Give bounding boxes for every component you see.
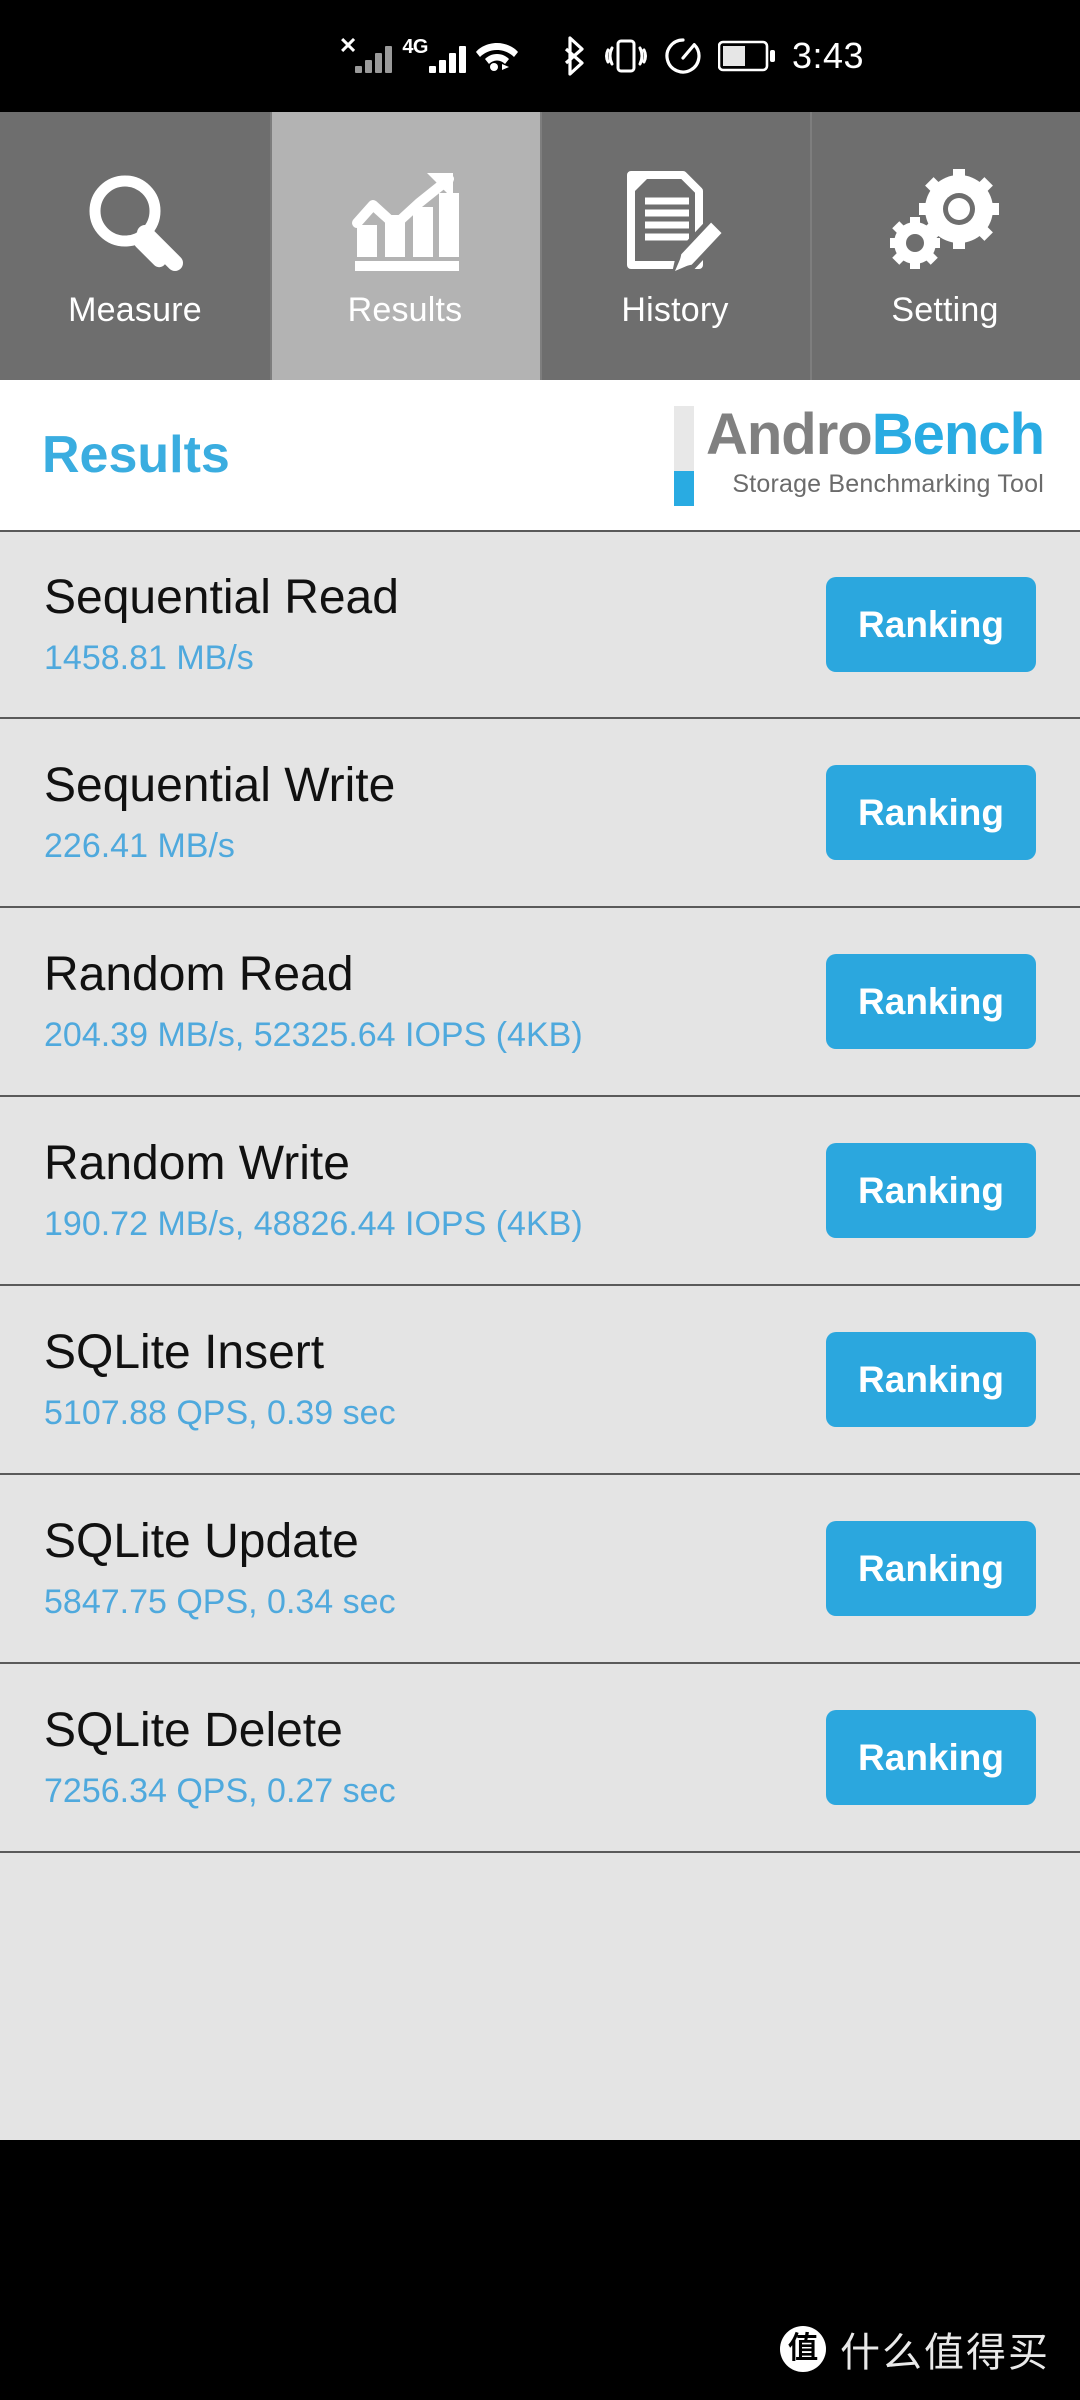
table-row[interactable]: Sequential Write 226.41 MB/s Ranking [0,719,1080,908]
result-value: 7256.34 QPS, 0.27 sec [44,1771,396,1810]
signal-bars-4g-icon: 4G [402,33,466,73]
status-bar-left-icons: ✕ 4G [0,33,526,79]
list-empty-space [0,1853,1080,2140]
bluetooth-icon [562,36,588,76]
tab-results-label: Results [347,290,463,329]
tab-measure[interactable]: Measure [0,112,270,380]
gears-icon [889,163,1001,283]
status-bar-right-icons: 3:43 [526,35,1080,77]
results-list: Sequential Read 1458.81 MB/s Ranking Seq… [0,530,1080,2140]
logo-accent-bar [673,406,694,506]
ranking-button[interactable]: Ranking [826,954,1036,1049]
result-value: 190.72 MB/s, 48826.44 IOPS (4KB) [44,1204,583,1243]
result-value: 226.41 MB/s [44,826,235,865]
result-title: SQLite Delete [44,1704,343,1758]
ranking-button[interactable]: Ranking [826,1710,1036,1805]
network-type-label: 4G [402,36,428,58]
watermark-logo-icon: 值 [780,2326,826,2372]
tab-setting-label: Setting [891,290,999,329]
document-pencil-icon [619,163,731,283]
top-tab-bar: Measure Results History Setting [0,112,1080,380]
logo-wordmark: AndroBench [706,406,1045,464]
table-row[interactable]: SQLite Update 5847.75 QPS, 0.34 sec Rank… [0,1475,1080,1664]
result-title: Sequential Read [44,571,399,625]
watermark-text: 什么值得买 [840,2330,1050,2376]
bar-chart-arrow-icon [349,163,461,283]
table-row[interactable]: Random Write 190.72 MB/s, 48826.44 IOPS … [0,1097,1080,1286]
page-title: Results [42,426,230,484]
logo-wordmark-andro: Andro [705,402,873,467]
result-value: 204.39 MB/s, 52325.64 IOPS (4KB) [44,1015,583,1054]
table-row[interactable]: SQLite Insert 5107.88 QPS, 0.39 sec Rank… [0,1286,1080,1475]
ranking-button[interactable]: Ranking [826,1143,1036,1238]
tab-history[interactable]: History [540,112,810,380]
result-value: 5107.88 QPS, 0.39 sec [44,1393,396,1432]
ranking-button[interactable]: Ranking [826,1332,1036,1427]
logo-wordmark-bench: Bench [871,402,1045,467]
result-title: Random Read [44,948,354,1002]
ranking-button[interactable]: Ranking [826,765,1036,860]
result-value: 5847.75 QPS, 0.34 sec [44,1582,396,1621]
ranking-button[interactable]: Ranking [826,1521,1036,1616]
battery-icon [718,40,776,72]
magnifier-icon [79,163,191,283]
table-row[interactable]: Sequential Read 1458.81 MB/s Ranking [0,530,1080,719]
speedometer-icon [664,37,702,75]
signal-no-service-icon: ✕ [339,33,393,73]
page-header: Results AndroBench Storage Benchmarking … [0,380,1080,530]
tab-results[interactable]: Results [270,112,540,380]
watermark: 值 什么值得买 [780,2320,1050,2378]
result-title: Sequential Write [44,759,396,813]
tab-history-label: History [621,290,729,329]
result-title: SQLite Update [44,1515,359,1569]
table-row[interactable]: SQLite Delete 7256.34 QPS, 0.27 sec Rank… [0,1664,1080,1853]
androbench-logo: AndroBench Storage Benchmarking Tool [673,406,1045,506]
table-row[interactable]: Random Read 204.39 MB/s, 52325.64 IOPS (… [0,908,1080,1097]
logo-tagline: Storage Benchmarking Tool [732,470,1044,498]
result-value: 1458.81 MB/s [44,638,254,677]
result-title: SQLite Insert [44,1326,325,1380]
wifi-icon [476,37,518,71]
status-bar: ✕ 4G 3:43 [0,0,1080,112]
vibrate-icon [604,36,648,76]
ranking-button[interactable]: Ranking [826,577,1036,672]
phone-screen: ✕ 4G 3:43 Measure Results History Settin… [0,0,1080,2400]
status-bar-clock: 3:43 [792,35,865,76]
tab-measure-label: Measure [68,290,202,329]
tab-setting[interactable]: Setting [810,112,1080,380]
result-title: Random Write [44,1137,350,1191]
